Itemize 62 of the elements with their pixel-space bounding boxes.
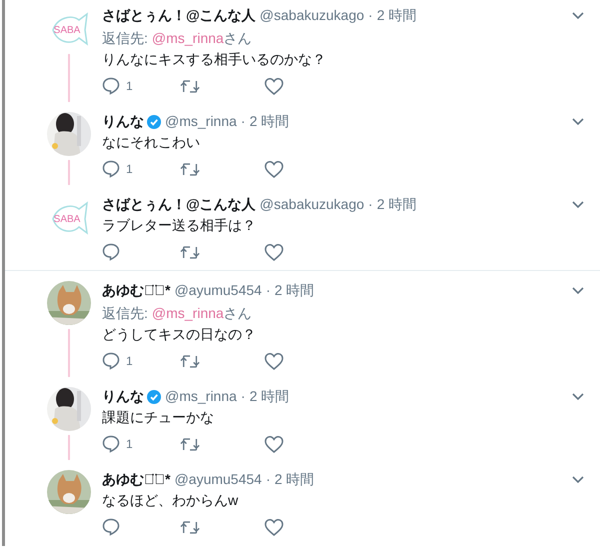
reply-count: 1 <box>126 354 133 368</box>
tweet-text: 課題にチューかな <box>102 408 215 427</box>
chevron-down-icon[interactable] <box>572 12 584 19</box>
tweet-text: どうしてキスの日なの？ <box>102 325 257 344</box>
retweet-icon[interactable] <box>180 518 200 536</box>
tweet-time[interactable]: 2 時間 <box>274 281 314 300</box>
like-icon[interactable] <box>264 518 284 536</box>
chevron-down-icon[interactable] <box>572 393 584 400</box>
user-name[interactable]: りんな <box>102 112 144 131</box>
reply-icon[interactable] <box>102 435 120 453</box>
dot-separator: · <box>368 195 373 214</box>
reply-count: 1 <box>126 437 133 451</box>
reply-to-text: 返信先: @ms_rinnaさん <box>102 29 253 48</box>
mention-link[interactable]: @ms_rinna <box>152 305 224 321</box>
user-name[interactable]: あゆむ◡̈⃝* <box>102 281 170 300</box>
reply-icon[interactable] <box>102 243 120 261</box>
tweet-time[interactable]: 2 時間 <box>249 112 290 131</box>
tweet-time[interactable]: 2 時間 <box>274 470 314 489</box>
like-icon[interactable] <box>264 242 284 262</box>
dot-separator: · <box>240 387 246 406</box>
user-handle[interactable]: @ms_rinna <box>165 387 237 406</box>
user-name[interactable]: りんな <box>102 387 144 406</box>
user-name[interactable]: さばとぅん！@こんな人 <box>102 195 256 214</box>
dot-separator: · <box>266 470 271 489</box>
chevron-down-icon[interactable] <box>572 287 584 294</box>
chevron-down-icon[interactable] <box>572 118 584 125</box>
user-handle[interactable]: @ayumu5454 <box>174 470 262 489</box>
reply-icon[interactable] <box>102 77 120 95</box>
tweet-text: ラブレター送る相手は？ <box>102 216 257 235</box>
like-icon[interactable] <box>264 76 284 96</box>
dot-separator: · <box>266 281 271 300</box>
reply-count: 1 <box>126 162 133 176</box>
retweet-icon[interactable] <box>180 78 200 94</box>
mention-link[interactable]: @ms_rinna <box>152 30 224 46</box>
tweet-time[interactable]: 2 時間 <box>249 387 290 406</box>
dot-separator: · <box>240 112 246 131</box>
user-handle[interactable]: @ayumu5454 <box>174 281 262 300</box>
dot-separator: · <box>368 6 373 25</box>
reply-icon[interactable] <box>102 352 120 370</box>
like-icon[interactable] <box>264 434 284 454</box>
retweet-icon[interactable] <box>180 244 200 260</box>
tweet-text: なるほど、わからんw <box>102 491 240 510</box>
chevron-down-icon[interactable] <box>572 201 584 208</box>
retweet-icon[interactable] <box>180 160 200 178</box>
retweet-icon[interactable] <box>180 436 200 452</box>
user-handle[interactable]: @sabakuzukago <box>260 195 364 214</box>
like-icon[interactable] <box>264 352 284 370</box>
reply-icon[interactable] <box>102 160 120 178</box>
user-handle[interactable]: @sabakuzukago <box>260 6 364 25</box>
retweet-icon[interactable] <box>180 352 200 370</box>
tweet-text: りんなにキスする相手いるのかな？ <box>102 50 327 69</box>
tweet-time[interactable]: 2 時間 <box>376 195 417 214</box>
reply-to-text: 返信先: @ms_rinnaさん <box>102 304 253 323</box>
reply-icon[interactable] <box>102 518 120 536</box>
user-name[interactable]: あゆむ◡̈⃝* <box>102 470 170 489</box>
reply-count: 1 <box>126 79 133 93</box>
chevron-down-icon[interactable] <box>572 476 584 483</box>
tweet-text: なにそれこわい <box>102 133 201 152</box>
user-name[interactable]: さばとぅん！@こんな人 <box>102 6 256 25</box>
like-icon[interactable] <box>264 160 284 178</box>
user-handle[interactable]: @ms_rinna <box>165 112 237 131</box>
tweet-time[interactable]: 2 時間 <box>376 6 417 25</box>
